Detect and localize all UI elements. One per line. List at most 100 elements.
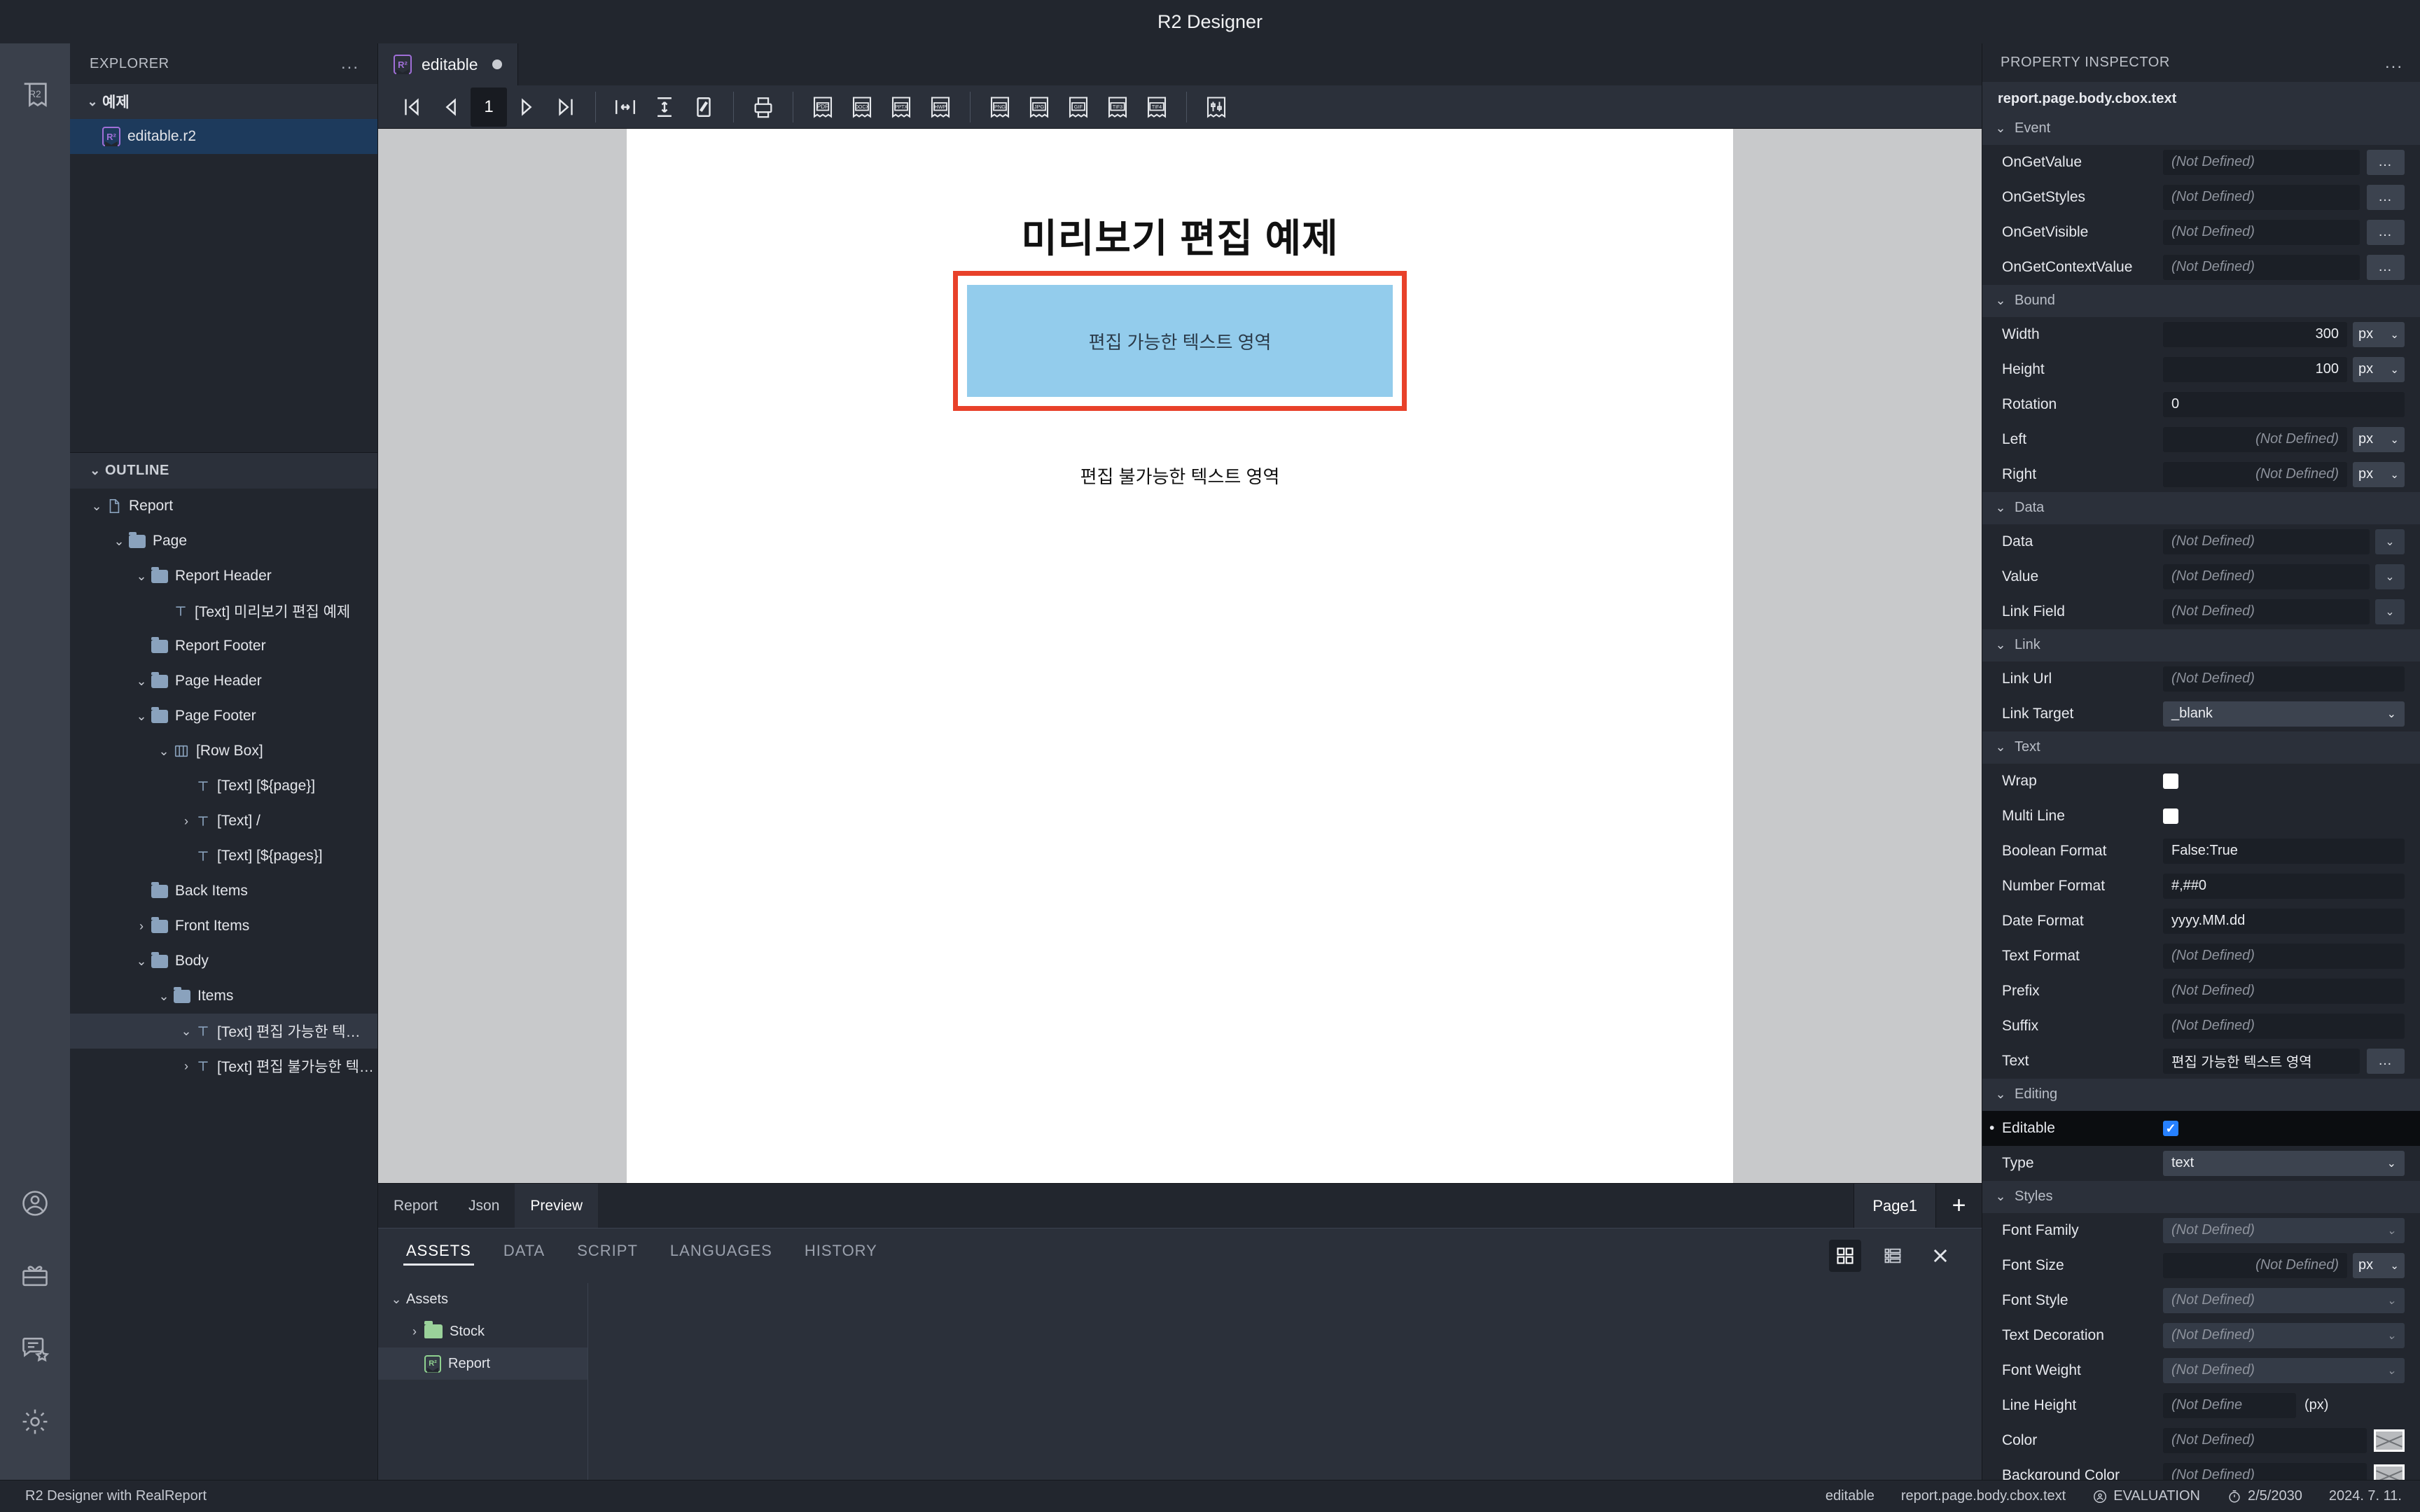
editable-text-box[interactable]: 편집 가능한 텍스트 영역 (953, 271, 1407, 411)
outline-node[interactable]: ⌄ Body (70, 944, 377, 979)
property-more-button[interactable]: … (2367, 219, 2405, 245)
property-value[interactable]: (Not Defined) (2163, 426, 2347, 452)
chevron-down-icon[interactable]: ⌄ (109, 534, 129, 549)
property-more-button[interactable]: … (2367, 149, 2405, 175)
print-icon[interactable] (744, 88, 783, 127)
property-row[interactable]: Font Family (Not Defined) ⌄ (1982, 1213, 2420, 1248)
property-value[interactable]: (Not Defined) (2163, 528, 2370, 554)
export-pptx-icon[interactable]: PPTX (882, 88, 921, 127)
property-section-bound[interactable]: ⌄ Bound (1982, 284, 2420, 317)
tab-json[interactable]: Json (453, 1184, 515, 1228)
r2-logo-icon[interactable]: R2 (13, 74, 57, 118)
gift-icon[interactable] (13, 1254, 57, 1298)
chevron-right-icon[interactable]: › (405, 1324, 424, 1339)
list-view-icon[interactable] (1877, 1240, 1909, 1272)
color-swatch[interactable] (2374, 1464, 2405, 1480)
chevron-down-icon[interactable]: ⌄ (132, 954, 151, 969)
last-page-icon[interactable] (546, 88, 585, 127)
outline-node[interactable]: ⌄ Items (70, 979, 377, 1014)
property-value[interactable]: 0 (2163, 391, 2405, 417)
property-row[interactable]: Date Format yyyy.MM.dd (1982, 904, 2420, 939)
color-swatch[interactable] (2374, 1429, 2405, 1452)
property-row[interactable]: Data (Not Defined) ⌄ (1982, 524, 2420, 559)
property-row[interactable]: Multi Line (1982, 799, 2420, 834)
chevron-down-icon[interactable]: ⌄ (83, 94, 102, 109)
outline-node[interactable]: [Text] 미리보기 편집 예제 (70, 594, 377, 629)
inspector-more-icon[interactable]: ... (2385, 53, 2403, 73)
property-row[interactable]: OnGetContextValue (Not Defined)… (1982, 250, 2420, 285)
property-section-link[interactable]: ⌄ Link (1982, 629, 2420, 662)
outline-node[interactable]: [Text] [${pages}] (70, 839, 377, 874)
property-checkbox[interactable] (2163, 808, 2178, 824)
property-value[interactable]: #,##0 (2163, 873, 2405, 899)
editable-text-value[interactable]: 편집 가능한 텍스트 영역 (967, 285, 1393, 397)
feedback-star-icon[interactable] (13, 1327, 57, 1371)
property-value[interactable]: (Not Defined) (2163, 978, 2405, 1004)
chevron-down-icon[interactable]: ⌄ (2390, 433, 2399, 446)
property-value[interactable]: (Not Defined) (2163, 149, 2360, 175)
chevron-down-icon[interactable]: ⌄ (2390, 328, 2399, 341)
add-page-button[interactable]: + (1935, 1184, 1982, 1228)
tab-preview[interactable]: Preview (515, 1184, 599, 1228)
chevron-down-icon[interactable]: ⌄ (2387, 1294, 2396, 1308)
page-number-input[interactable]: 1 (471, 87, 507, 127)
close-icon[interactable] (1924, 1240, 1956, 1272)
outline-node[interactable]: ⌄ Report Header (70, 559, 377, 594)
property-more-button[interactable]: … (2367, 1048, 2405, 1074)
outline-node[interactable]: › [Text] / (70, 804, 377, 839)
export-png-icon[interactable]: PNG (980, 88, 1020, 127)
next-page-icon[interactable] (507, 88, 546, 127)
chevron-down-icon[interactable]: ⌄ (2387, 1329, 2396, 1343)
property-value[interactable]: (Not Defined) (2163, 666, 2405, 692)
chevron-right-icon[interactable]: › (176, 814, 196, 829)
property-row[interactable]: Suffix (Not Defined) (1982, 1009, 2420, 1044)
chevron-down-icon[interactable]: ⌄ (1991, 500, 2010, 515)
tab-report[interactable]: Report (378, 1184, 453, 1228)
chevron-down-icon[interactable]: ⌄ (132, 569, 151, 584)
property-value[interactable]: (Not Defined) ⌄ (2163, 1322, 2405, 1348)
outline-node[interactable]: Report Footer (70, 629, 377, 664)
outline-node[interactable]: ⌄ [Row Box] (70, 734, 377, 769)
property-value[interactable]: (Not Defined) (2163, 184, 2360, 210)
chevron-down-icon[interactable]: ⌄ (2375, 528, 2405, 554)
property-row[interactable]: Font Weight (Not Defined) ⌄ (1982, 1353, 2420, 1388)
chevron-down-icon[interactable]: ⌄ (132, 674, 151, 689)
property-row[interactable]: Value (Not Defined) ⌄ (1982, 559, 2420, 594)
property-value[interactable]: (Not Defined) (2163, 254, 2360, 280)
chevron-down-icon[interactable]: ⌄ (1991, 1087, 2010, 1102)
export-tif4-icon[interactable]: TIF4 (1137, 88, 1176, 127)
account-icon[interactable] (13, 1182, 57, 1225)
explorer-root-folder[interactable]: ⌄ 예제 (70, 84, 377, 119)
property-row[interactable]: Height 100 px ⌄ (1982, 352, 2420, 387)
property-value[interactable]: _blank ⌄ (2163, 701, 2405, 727)
outline-node[interactable]: [Text] [${page}] (70, 769, 377, 804)
property-row[interactable]: Font Size (Not Defined) px ⌄ (1982, 1248, 2420, 1283)
property-value[interactable]: (Not Defined) (2163, 461, 2347, 487)
property-value[interactable]: (Not Defined) ⌄ (2163, 1217, 2405, 1243)
property-more-button[interactable]: … (2367, 184, 2405, 210)
property-value[interactable]: 100 (2163, 356, 2347, 382)
property-value[interactable]: (Not Defined) (2163, 1427, 2367, 1453)
property-value[interactable]: (Not Defined) (2163, 1013, 2405, 1039)
property-row[interactable]: Color (Not Defined) (1982, 1423, 2420, 1458)
property-row[interactable]: Left (Not Defined) px ⌄ (1982, 422, 2420, 457)
chevron-down-icon[interactable]: ⌄ (2387, 1156, 2396, 1170)
chevron-down-icon[interactable]: ⌄ (2375, 598, 2405, 624)
export-hwp-icon[interactable]: HWP (921, 88, 960, 127)
property-section-data[interactable]: ⌄ Data (1982, 491, 2420, 524)
property-value[interactable]: 300 (2163, 321, 2347, 347)
explorer-more-icon[interactable]: ... (341, 54, 359, 74)
grid-view-icon[interactable] (1829, 1240, 1861, 1272)
unit-select[interactable]: px ⌄ (2353, 426, 2405, 452)
chevron-down-icon[interactable]: ⌄ (2387, 1224, 2396, 1238)
export-tif3-icon[interactable]: TIF3 (1098, 88, 1137, 127)
chevron-down-icon[interactable]: ⌄ (2390, 468, 2399, 481)
chevron-down-icon[interactable]: ⌄ (1991, 740, 2010, 755)
tab-assets[interactable]: ASSETS (403, 1238, 474, 1274)
property-row[interactable]: OnGetStyles (Not Defined)… (1982, 180, 2420, 215)
chevron-down-icon[interactable]: ⌄ (85, 463, 105, 478)
chevron-down-icon[interactable]: ⌄ (1991, 1189, 2010, 1204)
chevron-right-icon[interactable]: › (176, 1059, 196, 1074)
outline-node[interactable]: › Front Items (70, 909, 377, 944)
outline-node[interactable]: ⌄ [Text] 편집 가능한 텍… (70, 1014, 377, 1049)
